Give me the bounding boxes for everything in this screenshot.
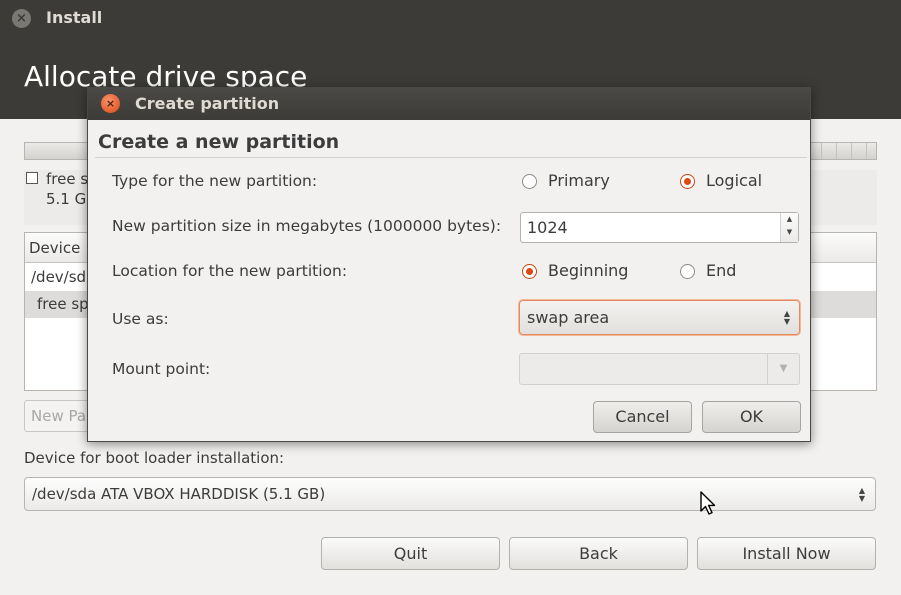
mouse-pointer-icon — [700, 491, 716, 515]
radio-logical-label: Logical — [706, 171, 763, 190]
legend-name: free s — [46, 170, 89, 188]
dropdown-arrow-icon[interactable]: ▼ — [767, 354, 799, 384]
mount-point-label: Mount point: — [112, 360, 211, 378]
boot-loader-label: Device for boot loader installation: — [24, 449, 285, 467]
type-label: Type for the new partition: — [112, 172, 318, 190]
legend-size: 5.1 G — [46, 190, 87, 208]
window-title: Install — [46, 8, 103, 27]
radio-off-icon — [680, 264, 695, 279]
combo-arrows-icon: ▲ ▼ — [783, 309, 790, 326]
dialog-close-icon[interactable]: × — [101, 94, 120, 113]
window-titlebar: × Install — [0, 0, 901, 36]
table-cell-device: free sp — [37, 295, 89, 313]
use-as-select[interactable]: swap area ▲ ▼ — [519, 300, 800, 335]
size-spinbutton[interactable]: 1024 ▲ ▼ — [520, 212, 799, 243]
back-button[interactable]: Back — [509, 537, 688, 570]
dialog-title: Create partition — [135, 94, 280, 113]
boot-loader-select[interactable]: /dev/sda ATA VBOX HARDDISK (5.1 GB) ▲ ▼ — [24, 477, 876, 511]
radio-on-icon — [680, 174, 695, 189]
dialog-separator — [95, 157, 807, 158]
dialog-titlebar: × Create partition — [88, 88, 810, 120]
radio-on-icon — [522, 264, 537, 279]
size-label: New partition size in megabytes (1000000… — [112, 217, 502, 235]
mount-point-select[interactable]: ▼ — [519, 353, 800, 385]
table-cell-device: /dev/sd — [31, 268, 87, 286]
cancel-button[interactable]: Cancel — [593, 401, 692, 433]
use-as-label: Use as: — [112, 310, 169, 328]
create-partition-dialog: × Create partition Create a new partitio… — [87, 87, 811, 442]
radio-beginning-label: Beginning — [548, 261, 629, 280]
combo-arrows-icon: ▲ ▼ — [858, 486, 865, 503]
column-header-device[interactable]: Device — [29, 239, 80, 257]
dialog-heading: Create a new partition — [98, 131, 340, 153]
boot-loader-value: /dev/sda ATA VBOX HARDDISK (5.1 GB) — [32, 485, 326, 503]
install-now-button[interactable]: Install Now — [697, 537, 876, 570]
partition-bar-ticks — [806, 143, 876, 159]
size-value: 1024 — [527, 218, 568, 237]
radio-primary-label: Primary — [548, 171, 610, 190]
window-close-icon[interactable]: × — [12, 9, 31, 28]
use-as-value: swap area — [527, 308, 610, 327]
ok-button[interactable]: OK — [702, 401, 801, 433]
legend-color-box — [26, 172, 38, 184]
radio-off-icon — [522, 174, 537, 189]
spin-arrows-icon[interactable]: ▲ ▼ — [780, 213, 798, 242]
radio-end-label: End — [706, 261, 737, 280]
location-label: Location for the new partition: — [112, 262, 348, 280]
quit-button[interactable]: Quit — [321, 537, 500, 570]
